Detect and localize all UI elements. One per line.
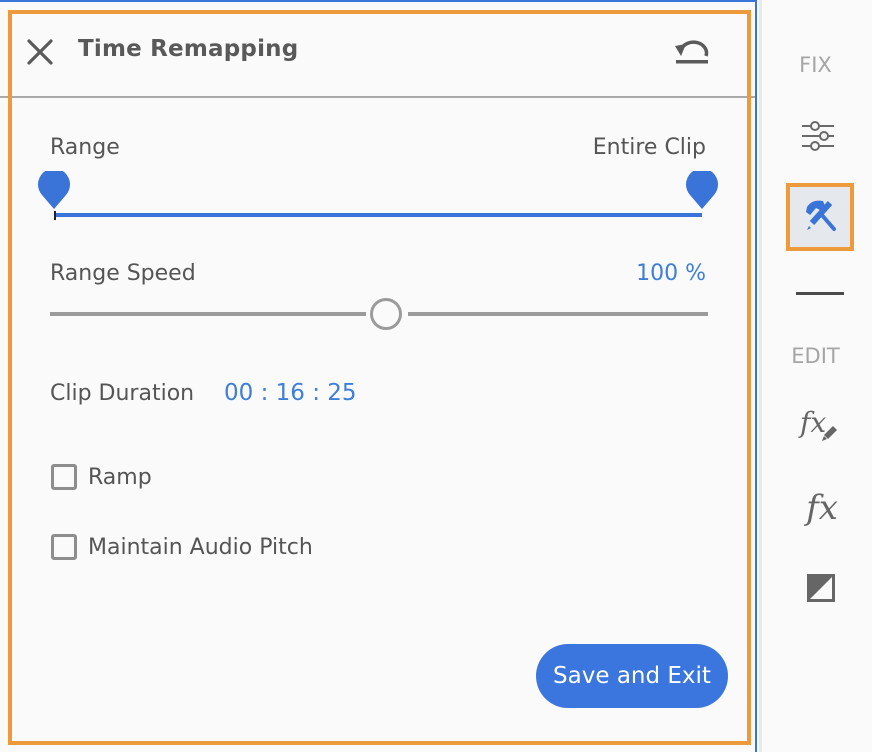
speed-slider-track-right[interactable] bbox=[407, 312, 708, 316]
clip-duration-label: Clip Duration bbox=[50, 381, 195, 406]
sidebar-item-effects[interactable]: fx bbox=[800, 486, 844, 530]
save-and-exit-button[interactable]: Save and Exit bbox=[536, 644, 728, 708]
range-value: Entire Clip bbox=[592, 135, 706, 160]
sliders-icon bbox=[802, 121, 834, 151]
speed-slider-knob[interactable] bbox=[369, 298, 402, 330]
close-icon bbox=[27, 39, 53, 65]
sidebar-divider bbox=[796, 292, 844, 295]
range-speed-value: 100 % bbox=[636, 261, 706, 286]
ramp-label: Ramp bbox=[88, 465, 152, 490]
range-end-handle[interactable] bbox=[685, 168, 719, 211]
speed-slider-track-left[interactable] bbox=[50, 312, 366, 316]
sidebar-item-adjustments[interactable] bbox=[800, 118, 836, 154]
range-start-tick bbox=[54, 211, 56, 220]
right-sidebar: FIX EDIT fx fx bbox=[759, 0, 872, 752]
panel-title: Time Remapping bbox=[78, 36, 299, 62]
pin-icon bbox=[38, 168, 70, 209]
contrast-icon bbox=[807, 574, 835, 602]
fix-section-label: FIX bbox=[799, 53, 832, 77]
time-remapping-panel: Time Remapping Range Entire Clip Range S… bbox=[0, 0, 757, 752]
clip-duration-value: 00 : 16 : 25 bbox=[224, 380, 357, 406]
fx-icon: fx bbox=[806, 488, 838, 528]
range-label: Range bbox=[50, 135, 120, 160]
reset-button[interactable] bbox=[672, 38, 712, 68]
panel-focus-highlight bbox=[8, 10, 751, 745]
range-speed-label: Range Speed bbox=[50, 261, 196, 286]
range-track[interactable] bbox=[54, 213, 702, 217]
hammer-pencil-icon bbox=[806, 200, 836, 231]
reset-icon bbox=[675, 40, 709, 64]
range-start-handle[interactable] bbox=[37, 168, 71, 211]
close-button[interactable] bbox=[26, 38, 54, 66]
sidebar-item-effects-edit[interactable]: fx bbox=[800, 404, 844, 448]
sidebar-item-color-contrast[interactable] bbox=[806, 573, 836, 603]
ramp-checkbox[interactable] bbox=[51, 464, 77, 490]
edit-section-label: EDIT bbox=[791, 344, 840, 368]
maintain-audio-pitch-checkbox[interactable] bbox=[51, 534, 77, 560]
panel-header: Time Remapping bbox=[0, 2, 755, 98]
pin-icon bbox=[686, 168, 718, 209]
maintain-audio-pitch-label: Maintain Audio Pitch bbox=[88, 535, 313, 560]
sidebar-item-guided-tools[interactable] bbox=[786, 183, 854, 251]
pencil-icon bbox=[822, 426, 837, 441]
